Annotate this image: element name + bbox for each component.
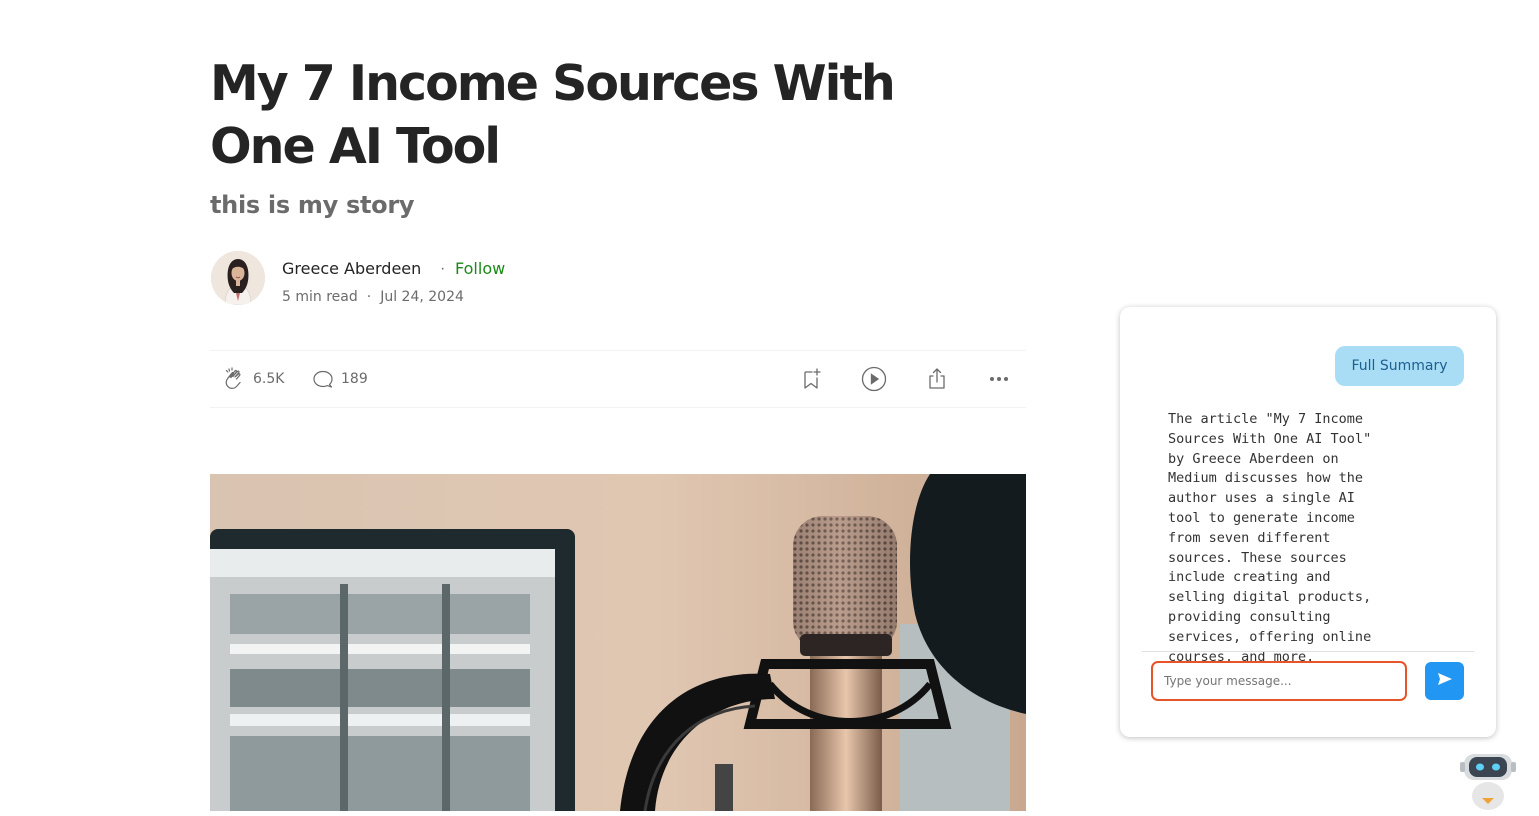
meta-separator: ·	[366, 289, 372, 305]
chat-panel: Full Summary The article "My 7 Income So…	[1120, 307, 1496, 737]
share-button[interactable]	[925, 351, 949, 407]
read-time: 5 min read	[282, 289, 358, 305]
assistant-launcher[interactable]	[1458, 746, 1518, 811]
article-subtitle: this is my story	[210, 191, 415, 219]
publish-date: Jul 24, 2024	[380, 289, 464, 305]
bookmark-add-icon	[800, 367, 824, 391]
clap-count: 6.5K	[253, 371, 285, 387]
responses-button[interactable]: 189	[311, 351, 368, 407]
response-icon	[311, 367, 335, 391]
follow-button[interactable]: Follow	[455, 258, 505, 280]
send-button[interactable]	[1425, 662, 1464, 700]
more-icon	[988, 368, 1010, 390]
share-icon	[925, 367, 949, 391]
author-name[interactable]: Greece Aberdeen	[282, 258, 421, 280]
bookmark-button[interactable]	[800, 351, 824, 407]
article-meta: 5 min read · Jul 24, 2024	[282, 287, 464, 307]
bot-message-bubble: The article "My 7 Income Sources With On…	[1150, 402, 1380, 665]
author-avatar[interactable]	[211, 251, 265, 305]
play-icon	[861, 366, 887, 392]
chat-message-input[interactable]	[1151, 661, 1407, 701]
user-message-bubble: Full Summary	[1335, 346, 1464, 386]
clap-button[interactable]: 6.5K	[221, 351, 284, 407]
response-count: 189	[341, 371, 368, 387]
robot-icon	[1458, 754, 1518, 815]
listen-button[interactable]	[861, 351, 887, 407]
separator-dot: ·	[440, 260, 446, 277]
bot-message-text: The article "My 7 Income Sources With On…	[1168, 411, 1372, 665]
article-title: My 7 Income Sources With One AI Tool	[210, 55, 896, 175]
hero-image	[210, 474, 1026, 811]
more-button[interactable]	[988, 351, 1010, 407]
chat-divider	[1142, 651, 1474, 652]
action-bar: 6.5K 189	[210, 350, 1026, 408]
send-icon	[1437, 672, 1453, 691]
clap-icon	[221, 366, 247, 392]
